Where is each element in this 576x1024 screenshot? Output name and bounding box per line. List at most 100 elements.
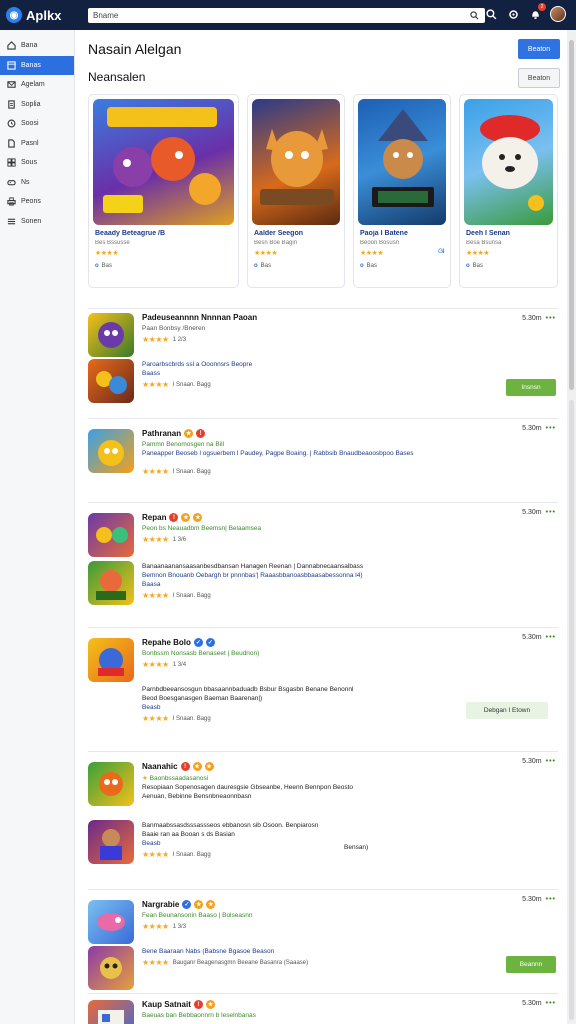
app-subtitle: ★ Baonbssaadasanosi [142,774,558,782]
app-name: Repan! ★ ★ [142,513,558,522]
app-description: Beod Boesganasgen Baeman Baarenan|) [142,695,263,702]
primary-button[interactable]: Beaton [518,39,560,59]
rating-count: 1 3/3 [172,923,187,930]
sidebar-item[interactable]: Soplia [0,95,74,115]
install-button[interactable]: Beannn [506,956,556,973]
logo-text: Aplkx [26,7,62,23]
app-logo[interactable]: ◉ Aplkx [6,7,86,23]
app-size-text: 5.30m [522,425,542,432]
app-size-text: 5.30m [522,315,542,322]
search-icon[interactable] [468,10,480,22]
featured-thumbnail [464,99,553,225]
info-icon: o [360,263,364,269]
app-description: Paneapper Beoseb l ogsuerbem l Paudey, P… [142,450,414,457]
app-description: Resopiaan Sopenosagen dauresgsie Gbseanb… [142,784,354,791]
sidebar-item[interactable]: Ns [0,173,74,193]
app-icon [88,359,134,403]
sidebar-item-label: Ns [21,178,30,186]
rating-stars-text: ★★★★ [142,467,169,476]
list-item[interactable]: Repan! ★ ★ Peon bs Neauadbm Beemsn| Belaam… [88,502,558,627]
scrollbar-thumb[interactable] [569,40,574,390]
app-size-text: 5.30m [522,634,542,641]
sidebar-item[interactable]: Pasnl [0,134,74,154]
rating-count: I Snaan. Bagg [172,381,211,388]
app-size-text: 5.30m [522,509,542,516]
verified-icon: ✓ [193,638,203,647]
home-icon [6,41,16,51]
list-item[interactable]: Padeuseannnn Nnnnan Paoan Paan Bonbsy /B… [88,308,558,418]
search-input[interactable] [88,9,468,22]
featured-thumbnail [93,99,234,225]
rating-count: I Snaan. Bagg [172,715,211,722]
rating-count: 1 3/4 [172,661,187,668]
file-icon [6,138,16,148]
sidebar-item[interactable]: Banas [0,55,74,75]
award-icon: ★ [205,1000,215,1009]
gear-icon[interactable] [506,7,520,21]
featured-card[interactable]: Paoja I Batene Beoon Bosusn ★★★★ Gil o Bas [353,94,451,288]
award-icon: ★ [194,900,204,909]
list-item[interactable]: Nargrabie ✓ ★ ★ Fean Beunansonin Baaso | Bo… [88,889,558,993]
rating-count: I Snaan. Bagg [172,851,211,858]
app-icon [88,820,134,864]
sidebar-item[interactable]: Soosi [0,114,74,134]
more-icon[interactable]: ••• [546,315,556,322]
document-icon [6,99,16,109]
app-name-text: Pathranan [142,429,182,438]
award-icon: ★ [192,762,202,771]
sidebar-item[interactable]: Peons [0,192,74,212]
list-item[interactable]: Kaup Satnait! ★ Baeuas ban Bebbaonnrn b l… [88,993,558,1024]
app-subtitle: Peon bs Neauadbm Beemsn| Belaamsea [142,525,262,532]
rating-stars: ★★★★ 1 3/4 [142,660,558,669]
app-icon [88,1000,134,1024]
sidebar-item[interactable]: Bana [0,36,74,56]
open-button[interactable]: Debgan I Etown [466,702,548,719]
app-description: Aenuan, Bebinne Bensnbneaonnbasn [142,793,252,800]
install-button[interactable]: Insnsn [506,379,556,396]
more-icon[interactable]: ••• [546,634,556,641]
more-icon[interactable]: ••• [546,896,556,903]
more-icon[interactable]: ••• [546,1000,556,1007]
sidebar-item-label: Banas [21,61,41,69]
sidebar-item[interactable]: Sonen [0,212,74,232]
app-list: Padeuseannnn Nnnnan Paoan Paan Bonbsy /B… [88,308,558,1024]
search-top-icon[interactable] [484,7,498,21]
rating-stars-text: ★★★★ [142,714,169,723]
app-size-text: 5.30m [522,1000,542,1007]
app-description: Paroarbscbrds ssl a Ooonnsrs Beopre [142,361,253,368]
verified-icon: ✓ [182,900,192,909]
rating-stars-text: ★★★★ [142,660,169,669]
app-size: 5.30m ••• [522,634,556,641]
list-item[interactable]: Pathranan ★! Pammn Benomosgen na Bill Pan… [88,418,558,502]
avatar[interactable] [550,6,566,22]
featured-sub: Bes Bssusse [95,240,130,246]
list-item[interactable]: Repahe Bolo ✓ ✓ Bonbssm Nonsasb Benaseet |… [88,627,558,751]
secondary-button[interactable]: Beaton [518,68,560,88]
scrollbar[interactable] [567,30,576,1024]
more-icon[interactable]: ••• [546,509,556,516]
sidebar-item[interactable]: Agelam [0,75,74,95]
app-tag: Baasa [142,581,161,588]
featured-sub: Beoon Bosusn [360,240,400,246]
app-size: 5.30m ••• [522,425,556,432]
app-name-text: Naanahic [142,762,178,771]
featured-card[interactable]: Deeh I Senan Besa Bsunsa ★★★★ o Bas [459,94,558,288]
rating-stars-text: ★★★★ [142,591,169,600]
award-icon: ★ [184,429,194,438]
more-icon[interactable]: ••• [546,425,556,432]
search-bar[interactable] [88,8,485,23]
app-name-text: Repan [142,513,167,522]
featured-meta-text: Bas [472,263,484,269]
more-icon[interactable]: ••• [546,758,556,765]
bell-icon[interactable]: 2 [528,3,546,21]
app-subtitle: Pammn Benomosgen na Bill [142,441,225,448]
app-icon [88,946,134,990]
list-item[interactable]: Naanahic! ★ ★ ★ Baonbssaadasanosi Resopiaa… [88,751,558,889]
featured-card[interactable]: Aalder Seegon Besn Boe Bagin ★★★★ o Bas [247,94,345,288]
app-subtitle: Fean Beunansonin Baaso | Bolseasnn [142,912,253,919]
featured-card[interactable]: Beaady Beteagrue /B Bes Bssusse ★★★★ o Ba… [88,94,239,288]
hot-icon: ! [180,762,190,771]
sidebar-item[interactable]: Sous [0,153,74,173]
info-icon: o [95,263,99,269]
rating-stars-text: ★★★★ [142,958,169,967]
